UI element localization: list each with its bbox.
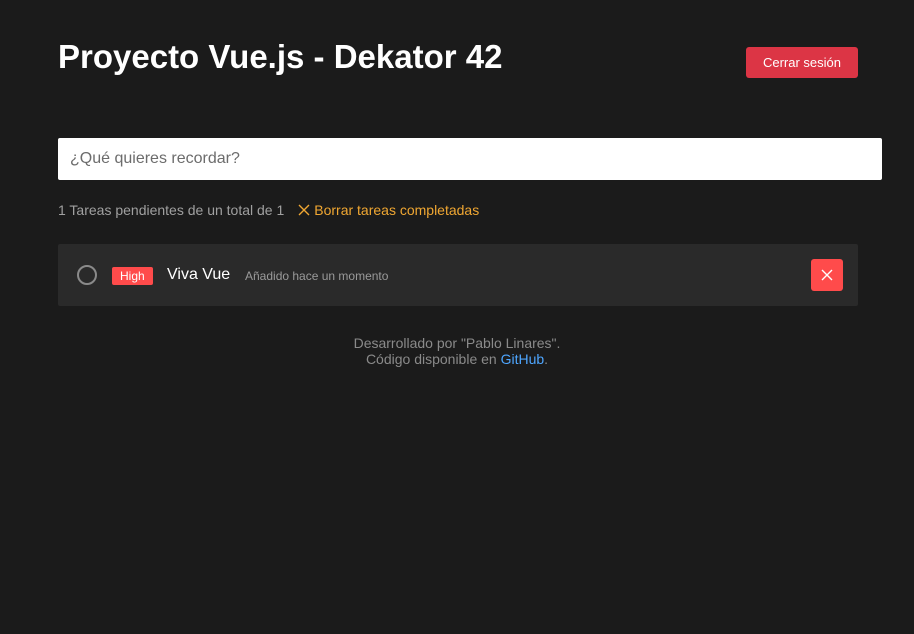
task-title: Viva Vue: [167, 266, 231, 283]
footer-source-suffix: .: [544, 351, 549, 367]
close-icon: [298, 204, 310, 216]
delete-task-button[interactable]: [811, 259, 843, 291]
task-list: High Viva Vue Añadido hace un momento: [58, 244, 858, 306]
logout-button[interactable]: Cerrar sesión: [746, 47, 858, 78]
footer-credit: Desarrollado por "Pablo Linares".: [353, 335, 561, 351]
clear-completed-button[interactable]: Borrar tareas completadas: [298, 202, 479, 218]
new-task-input[interactable]: [58, 138, 882, 180]
task-item: High Viva Vue Añadido hace un momento: [58, 244, 858, 306]
footer: Desarrollado por "Pablo Linares". Código…: [0, 335, 914, 367]
priority-badge: High: [112, 267, 153, 285]
task-timestamp: Añadido hace un momento: [245, 269, 389, 283]
pending-count-text: 1 Tareas pendientes de un total de 1: [58, 202, 285, 218]
app: Proyecto Vue.js - Dekator 42 Cerrar sesi…: [0, 0, 914, 634]
page-title: Proyecto Vue.js - Dekator 42: [58, 38, 503, 75]
task-summary: 1 Tareas pendientes de un total de 1 Bor…: [58, 201, 479, 219]
footer-source-prefix: Código disponible en: [365, 351, 501, 367]
task-complete-checkbox[interactable]: [77, 265, 97, 285]
github-link[interactable]: GitHub: [501, 351, 545, 367]
clear-completed-label: Borrar tareas completadas: [314, 202, 480, 218]
close-icon: [821, 269, 833, 281]
footer-source: Código disponible en GitHub.: [0, 351, 914, 367]
